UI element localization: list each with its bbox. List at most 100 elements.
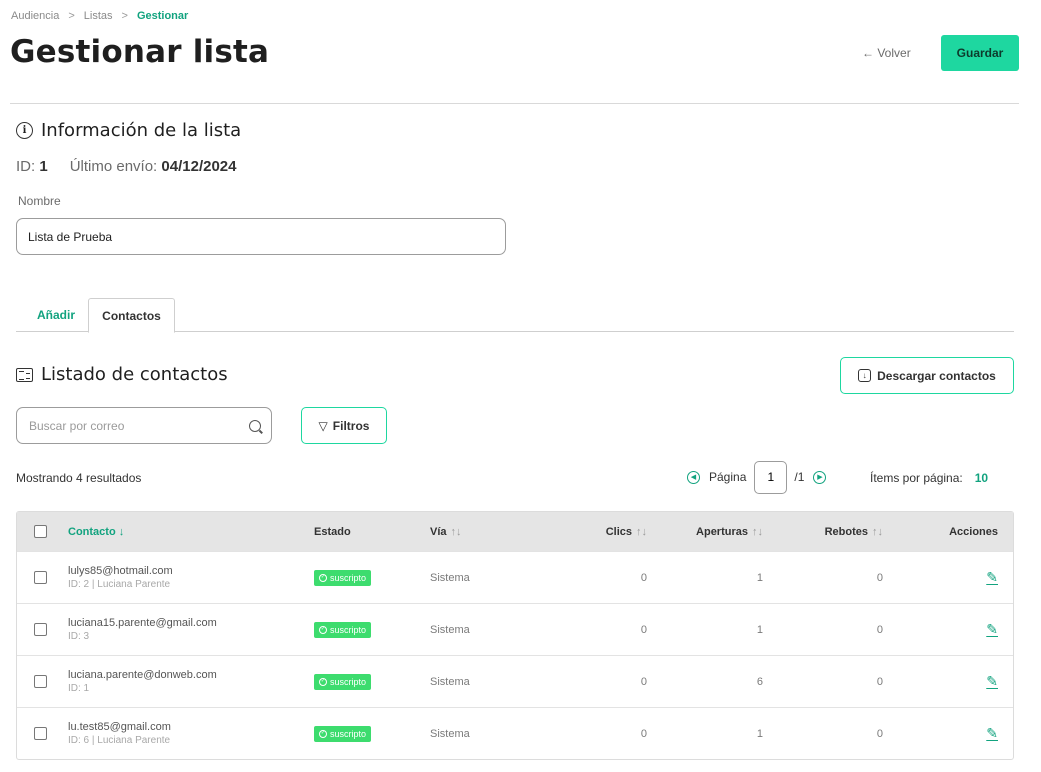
chevron-right-icon: > bbox=[68, 10, 75, 22]
per-page-select[interactable]: 10 bbox=[975, 471, 988, 485]
aperturas-cell: 1 bbox=[756, 623, 763, 636]
edit-pencil-icon[interactable]: ✎ bbox=[986, 673, 998, 690]
rebotes-cell: 0 bbox=[876, 727, 883, 740]
search-box bbox=[16, 407, 272, 444]
status-badge: ✓ suscripto bbox=[314, 569, 372, 586]
filters-button[interactable]: ▽ Filtros bbox=[301, 407, 387, 444]
list-id: ID: 1 bbox=[16, 158, 48, 175]
table-header: Contacto ↓ Estado Vía ↑↓ Clics ↑↓ Apertura… bbox=[17, 512, 1013, 551]
sort-icon: ↑↓ bbox=[450, 525, 462, 538]
aperturas-cell: 1 bbox=[756, 727, 763, 740]
col-acciones: Acciones bbox=[949, 525, 998, 538]
list-meta: ID: 1 Último envío: 04/12/2024 bbox=[16, 158, 236, 175]
tab-contactos[interactable]: Contactos bbox=[88, 298, 175, 333]
status-text: suscripto bbox=[330, 624, 367, 635]
col-aperturas[interactable]: Aperturas ↑↓ bbox=[696, 512, 763, 551]
rebotes-cell: 0 bbox=[876, 571, 883, 584]
contact-subline: ID: 2 | Luciana Parente bbox=[68, 579, 171, 590]
contacts-section-title: Listado de contactos bbox=[16, 364, 228, 385]
contact-cell: lulys85@hotmail.com ID: 2 | Luciana Pare… bbox=[68, 552, 173, 603]
contact-email: lulys85@hotmail.com bbox=[68, 565, 173, 577]
col-rebotes[interactable]: Rebotes ↑↓ bbox=[825, 512, 883, 551]
contact-card-icon bbox=[16, 367, 33, 382]
contacts-table: Contacto ↓ Estado Vía ↑↓ Clics ↑↓ Apertura… bbox=[16, 511, 1014, 760]
back-button[interactable]: ← Volver bbox=[862, 46, 911, 60]
contact-subline: ID: 6 | Luciana Parente bbox=[68, 735, 171, 746]
contact-cell: lu.test85@gmail.com ID: 6 | Luciana Pare… bbox=[68, 708, 171, 759]
col-aperturas-label: Aperturas bbox=[696, 525, 748, 538]
state-cell: ✓ suscripto bbox=[314, 656, 372, 707]
name-field[interactable] bbox=[16, 218, 506, 255]
row-checkbox[interactable] bbox=[34, 571, 47, 584]
edit-pencil-icon[interactable]: ✎ bbox=[986, 621, 998, 638]
prev-page-icon[interactable]: ◀ bbox=[687, 470, 700, 484]
contact-cell: luciana15.parente@gmail.com ID: 3 bbox=[68, 604, 217, 655]
info-title-text: Información de la lista bbox=[41, 120, 242, 141]
edit-pencil-icon[interactable]: ✎ bbox=[986, 725, 998, 742]
pagination: ◀ Página /1 ▶ bbox=[687, 460, 827, 494]
header-check-cell bbox=[34, 512, 47, 551]
via-cell: Sistema bbox=[430, 623, 470, 636]
via-cell: Sistema bbox=[430, 571, 470, 584]
actions-cell: ✎ bbox=[986, 656, 998, 707]
info-icon: i bbox=[16, 122, 33, 139]
download-label: Descargar contactos bbox=[877, 368, 996, 383]
sort-icon: ↑↓ bbox=[752, 525, 763, 538]
aperturas-cell: 6 bbox=[756, 675, 763, 688]
list-id-value: 1 bbox=[39, 158, 48, 175]
page-label: Página bbox=[709, 470, 747, 484]
col-rebotes-label: Rebotes bbox=[824, 525, 868, 538]
col-clics-label: Clics bbox=[605, 525, 632, 538]
page-number-input[interactable] bbox=[754, 460, 788, 494]
col-via[interactable]: Vía ↑↓ bbox=[430, 512, 462, 551]
contact-subline: ID: 3 bbox=[68, 631, 90, 642]
table-row: luciana15.parente@gmail.com ID: 3 ✓ suscr… bbox=[17, 603, 1013, 655]
actions-cell: ✎ bbox=[986, 708, 998, 759]
clics-cell: 0 bbox=[640, 675, 647, 688]
col-estado: Estado bbox=[314, 525, 351, 538]
contact-subline: ID: 1 bbox=[68, 683, 90, 694]
col-contacto[interactable]: Contacto ↓ bbox=[68, 512, 124, 551]
table-row: lulys85@hotmail.com ID: 2 | Luciana Pare… bbox=[17, 551, 1013, 603]
search-icon[interactable] bbox=[249, 419, 261, 432]
state-cell: ✓ suscripto bbox=[314, 708, 372, 759]
col-contacto-label: Contacto ↓ bbox=[68, 525, 125, 538]
contact-cell: luciana.parente@donweb.com ID: 1 bbox=[68, 656, 217, 707]
actions-cell: ✎ bbox=[986, 552, 998, 603]
next-page-icon[interactable]: ▶ bbox=[813, 470, 827, 484]
results-count: Mostrando 4 resultados bbox=[16, 471, 142, 485]
tab-anadir[interactable]: Añadir bbox=[24, 298, 88, 332]
last-send: Último envío: 04/12/2024 bbox=[70, 158, 237, 175]
sort-icon: ↑↓ bbox=[872, 525, 883, 538]
breadcrumb: Audiencia > Listas > Gestionar bbox=[11, 10, 188, 22]
breadcrumb-item-listas[interactable]: Listas bbox=[84, 10, 113, 22]
status-text: suscripto bbox=[330, 572, 367, 583]
contact-email: luciana15.parente@gmail.com bbox=[68, 617, 217, 629]
row-checkbox[interactable] bbox=[34, 623, 47, 636]
row-check-cell bbox=[34, 656, 47, 707]
breadcrumb-current: Gestionar bbox=[136, 10, 189, 22]
table-row: luciana.parente@donweb.com ID: 1 ✓ suscri… bbox=[17, 655, 1013, 707]
save-button[interactable]: Guardar bbox=[941, 35, 1019, 71]
divider bbox=[10, 103, 1019, 104]
download-contacts-button[interactable]: ↓ Descargar contactos bbox=[840, 357, 1014, 394]
table-row: lu.test85@gmail.com ID: 6 | Luciana Pare… bbox=[17, 707, 1013, 759]
items-per-page: Ítems por página: 10 bbox=[870, 471, 988, 485]
via-cell: Sistema bbox=[430, 675, 470, 688]
row-checkbox[interactable] bbox=[34, 675, 47, 688]
list-id-label: ID: bbox=[16, 158, 36, 175]
rebotes-cell: 0 bbox=[876, 623, 883, 636]
per-page-label: Ítems por página: bbox=[870, 471, 963, 485]
col-clics[interactable]: Clics ↑↓ bbox=[606, 512, 647, 551]
check-circle-icon: ✓ bbox=[319, 729, 327, 738]
status-badge: ✓ suscripto bbox=[314, 621, 372, 638]
row-checkbox[interactable] bbox=[34, 727, 47, 740]
check-circle-icon: ✓ bbox=[319, 573, 327, 582]
sort-icon: ↑↓ bbox=[636, 525, 647, 538]
clics-cell: 0 bbox=[640, 623, 647, 636]
row-check-cell bbox=[34, 708, 47, 759]
search-input[interactable] bbox=[29, 418, 249, 433]
edit-pencil-icon[interactable]: ✎ bbox=[986, 569, 998, 586]
select-all-checkbox[interactable] bbox=[34, 525, 47, 538]
breadcrumb-item-audiencia[interactable]: Audiencia bbox=[11, 10, 59, 22]
